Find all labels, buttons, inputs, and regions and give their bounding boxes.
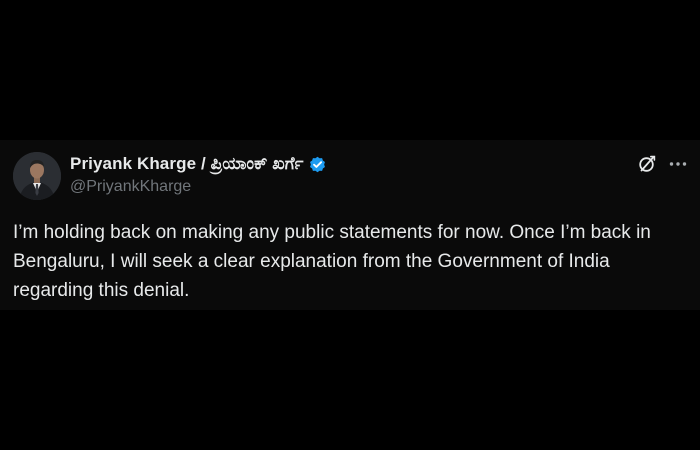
author-avatar[interactable] <box>13 152 61 200</box>
author-name-row: Priyank Kharge / ಪ್ರಿಯಾಂಕ್ ಖರ್ಗೆ <box>70 153 327 175</box>
author-block: Priyank Kharge / ಪ್ರಿಯಾಂಕ್ ಖರ್ಗೆ @Priyan… <box>70 153 327 196</box>
author-handle[interactable]: @PriyankKharge <box>70 178 327 196</box>
verified-badge-icon[interactable] <box>308 155 327 174</box>
more-options-icon[interactable] <box>668 154 688 174</box>
person-avatar-icon <box>13 152 61 200</box>
author-display-name[interactable]: Priyank Kharge / ಪ್ರಿಯಾಂಕ್ ಖರ್ಗೆ <box>70 154 304 174</box>
tweet-card[interactable]: Priyank Kharge / ಪ್ರಿಯಾಂಕ್ ಖರ್ಗೆ @Priyan… <box>0 140 700 310</box>
tweet-text: I’m holding back on making any public st… <box>13 222 651 301</box>
grok-icon[interactable] <box>637 154 657 174</box>
